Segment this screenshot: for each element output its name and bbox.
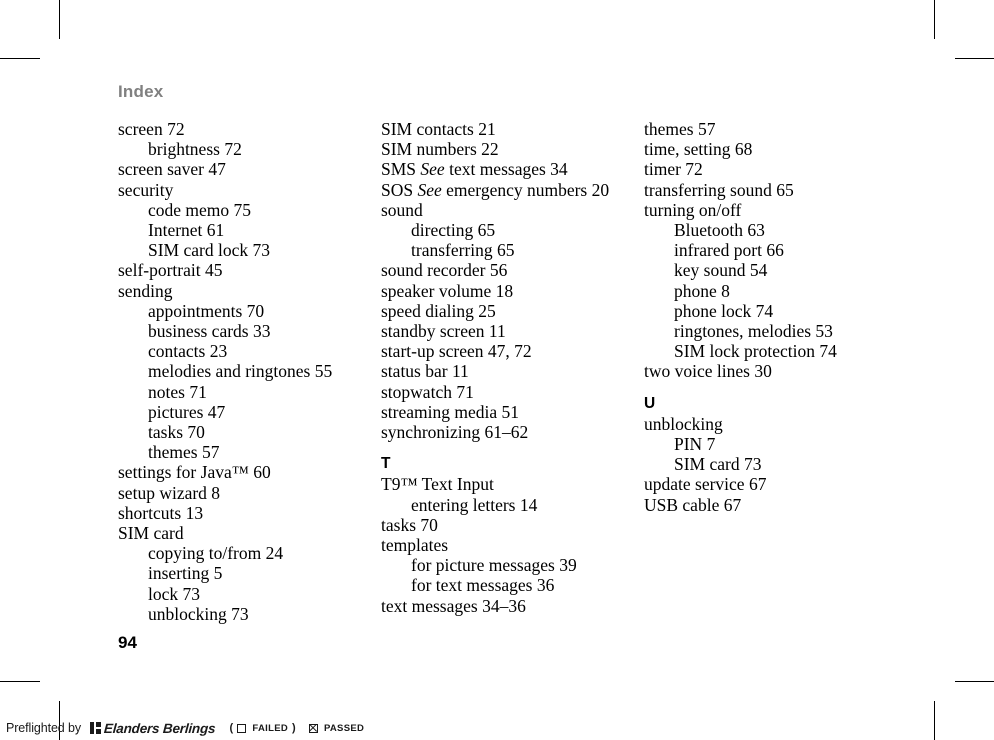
index-entry: shortcuts 13 — [118, 502, 204, 523]
index-subentry: transferring 65 — [411, 240, 515, 261]
index-entry: timer 72 — [644, 159, 703, 180]
index-subentry: Internet 61 — [148, 220, 225, 241]
index-entry: standby screen 11 — [381, 321, 506, 342]
index-entry: two voice lines 30 — [644, 361, 772, 382]
index-column-3: themes 57 time, setting 68 timer 72 transfe… — [644, 119, 894, 515]
index-entry: streaming media 51 — [381, 401, 520, 422]
index-entry: self-portrait 45 — [118, 260, 223, 281]
index-subentry: entering letters 14 — [411, 494, 538, 515]
index-entry: sound — [381, 199, 423, 220]
index-entry: status bar 11 — [381, 361, 469, 382]
index-entry: SIM numbers 22 — [381, 139, 499, 160]
preflight-close-paren: ) — [292, 722, 296, 734]
index-subentry: melodies and ringtones 55 — [148, 361, 333, 382]
index-entry: security — [118, 179, 174, 200]
index-page: Index screen 72 brightness 72 screen saver… — [0, 0, 994, 700]
index-entry: stopwatch 71 — [381, 381, 474, 402]
index-subentry: for text messages 36 — [411, 575, 555, 596]
index-subentry: PIN 7 — [674, 434, 716, 455]
index-subentry: phone 8 — [674, 280, 730, 301]
index-entry: sending — [118, 280, 173, 301]
index-entry: SMS See text messages 34 — [381, 159, 631, 179]
index-entry: SOS See emergency numbers 20 — [381, 180, 631, 200]
passed-label: PASSED — [323, 722, 365, 734]
index-subentry: code memo 75 — [148, 199, 252, 220]
index-entry: time, setting 68 — [644, 139, 753, 160]
index-subentry: Bluetooth 63 — [674, 220, 765, 241]
index-subentry: tasks 70 — [148, 422, 205, 443]
index-subentry: appointments 70 — [148, 300, 265, 321]
index-entry: update service 67 — [644, 474, 767, 495]
index-entry: USB cable 67 — [644, 494, 742, 515]
index-section-letter: U — [644, 394, 656, 412]
failed-checkbox-icon[interactable] — [237, 723, 247, 733]
index-subentry: business cards 33 — [148, 321, 271, 342]
index-entry: synchronizing 61–62 — [381, 422, 529, 443]
index-subentry: contacts 23 — [148, 341, 228, 362]
passed-checkbox-icon[interactable] — [308, 723, 318, 733]
index-subentry: unblocking 73 — [148, 603, 249, 624]
index-entry: themes 57 — [644, 119, 716, 139]
index-subentry: SIM card lock 73 — [148, 240, 270, 261]
index-entry: SIM card — [118, 523, 184, 544]
index-subentry: key sound 54 — [674, 260, 768, 281]
page-number: 94 — [118, 633, 137, 652]
index-subentry: ringtones, melodies 53 — [674, 321, 833, 342]
index-subentry: directing 65 — [411, 220, 496, 241]
failed-label: FAILED — [252, 722, 288, 734]
index-entry: settings for Java™ 60 — [118, 462, 271, 483]
index-entry-text-after: text messages 34 — [444, 159, 568, 180]
index-entry: templates — [381, 535, 449, 556]
index-entry: unblocking — [644, 413, 723, 434]
index-subentry: copying to/from 24 — [148, 543, 284, 564]
index-entry-text: SMS — [381, 159, 421, 180]
index-subentry: for picture messages 39 — [411, 555, 577, 576]
index-cross-reference: See — [417, 179, 442, 200]
index-subentry: infrared port 66 — [674, 240, 784, 261]
index-entry: turning on/off — [644, 199, 742, 220]
index-subentry: brightness 72 — [148, 139, 242, 160]
index-entry: T9™ Text Input — [381, 474, 494, 495]
index-entry: transferring sound 65 — [644, 179, 794, 200]
index-entry: speed dialing 25 — [381, 300, 496, 321]
index-entry: sound recorder 56 — [381, 260, 508, 281]
index-subentry: SIM card 73 — [674, 454, 762, 475]
index-entry: screen 72 — [118, 119, 185, 139]
index-entry: screen saver 47 — [118, 159, 226, 180]
index-subentry: SIM lock protection 74 — [674, 341, 837, 362]
index-subentry: inserting 5 — [148, 563, 223, 584]
preflight-footer: Preflighted by Elanders Berlings ( FAILE… — [6, 719, 364, 737]
index-entry: text messages 34–36 — [381, 595, 526, 616]
index-subentry: phone lock 74 — [674, 300, 774, 321]
index-subentry: themes 57 — [148, 442, 220, 463]
preflight-open-paren: ( — [229, 722, 234, 734]
preflight-brand-label: Elanders Berlings — [103, 720, 216, 736]
index-cross-reference: See — [420, 159, 445, 180]
preflight-prefix-label: Preflighted by — [6, 721, 82, 735]
index-subentry: lock 73 — [148, 583, 201, 604]
index-subentry: pictures 47 — [148, 401, 226, 422]
index-section-letter: T — [381, 455, 391, 473]
preflight-result-group: ( FAILED ) PASSED — [229, 722, 364, 734]
page-title: Index — [118, 82, 164, 101]
index-entry: setup wizard 8 — [118, 482, 221, 503]
index-entry: speaker volume 18 — [381, 280, 514, 301]
index-entry: start-up screen 47, 72 — [381, 341, 532, 362]
index-column-2: SIM contacts 21 SIM numbers 22 SMS See tex… — [381, 119, 631, 616]
crop-mark-bottom-right-vertical — [934, 701, 935, 740]
index-entry: tasks 70 — [381, 514, 438, 535]
elanders-logo-icon — [90, 722, 102, 734]
index-column-1: screen 72 brightness 72 screen saver 47 sec… — [118, 119, 368, 624]
index-entry-text: SOS — [381, 179, 418, 200]
index-entry: SIM contacts 21 — [381, 119, 496, 139]
index-entry-text-after: emergency numbers 20 — [441, 179, 610, 200]
index-subentry: notes 71 — [148, 381, 207, 402]
